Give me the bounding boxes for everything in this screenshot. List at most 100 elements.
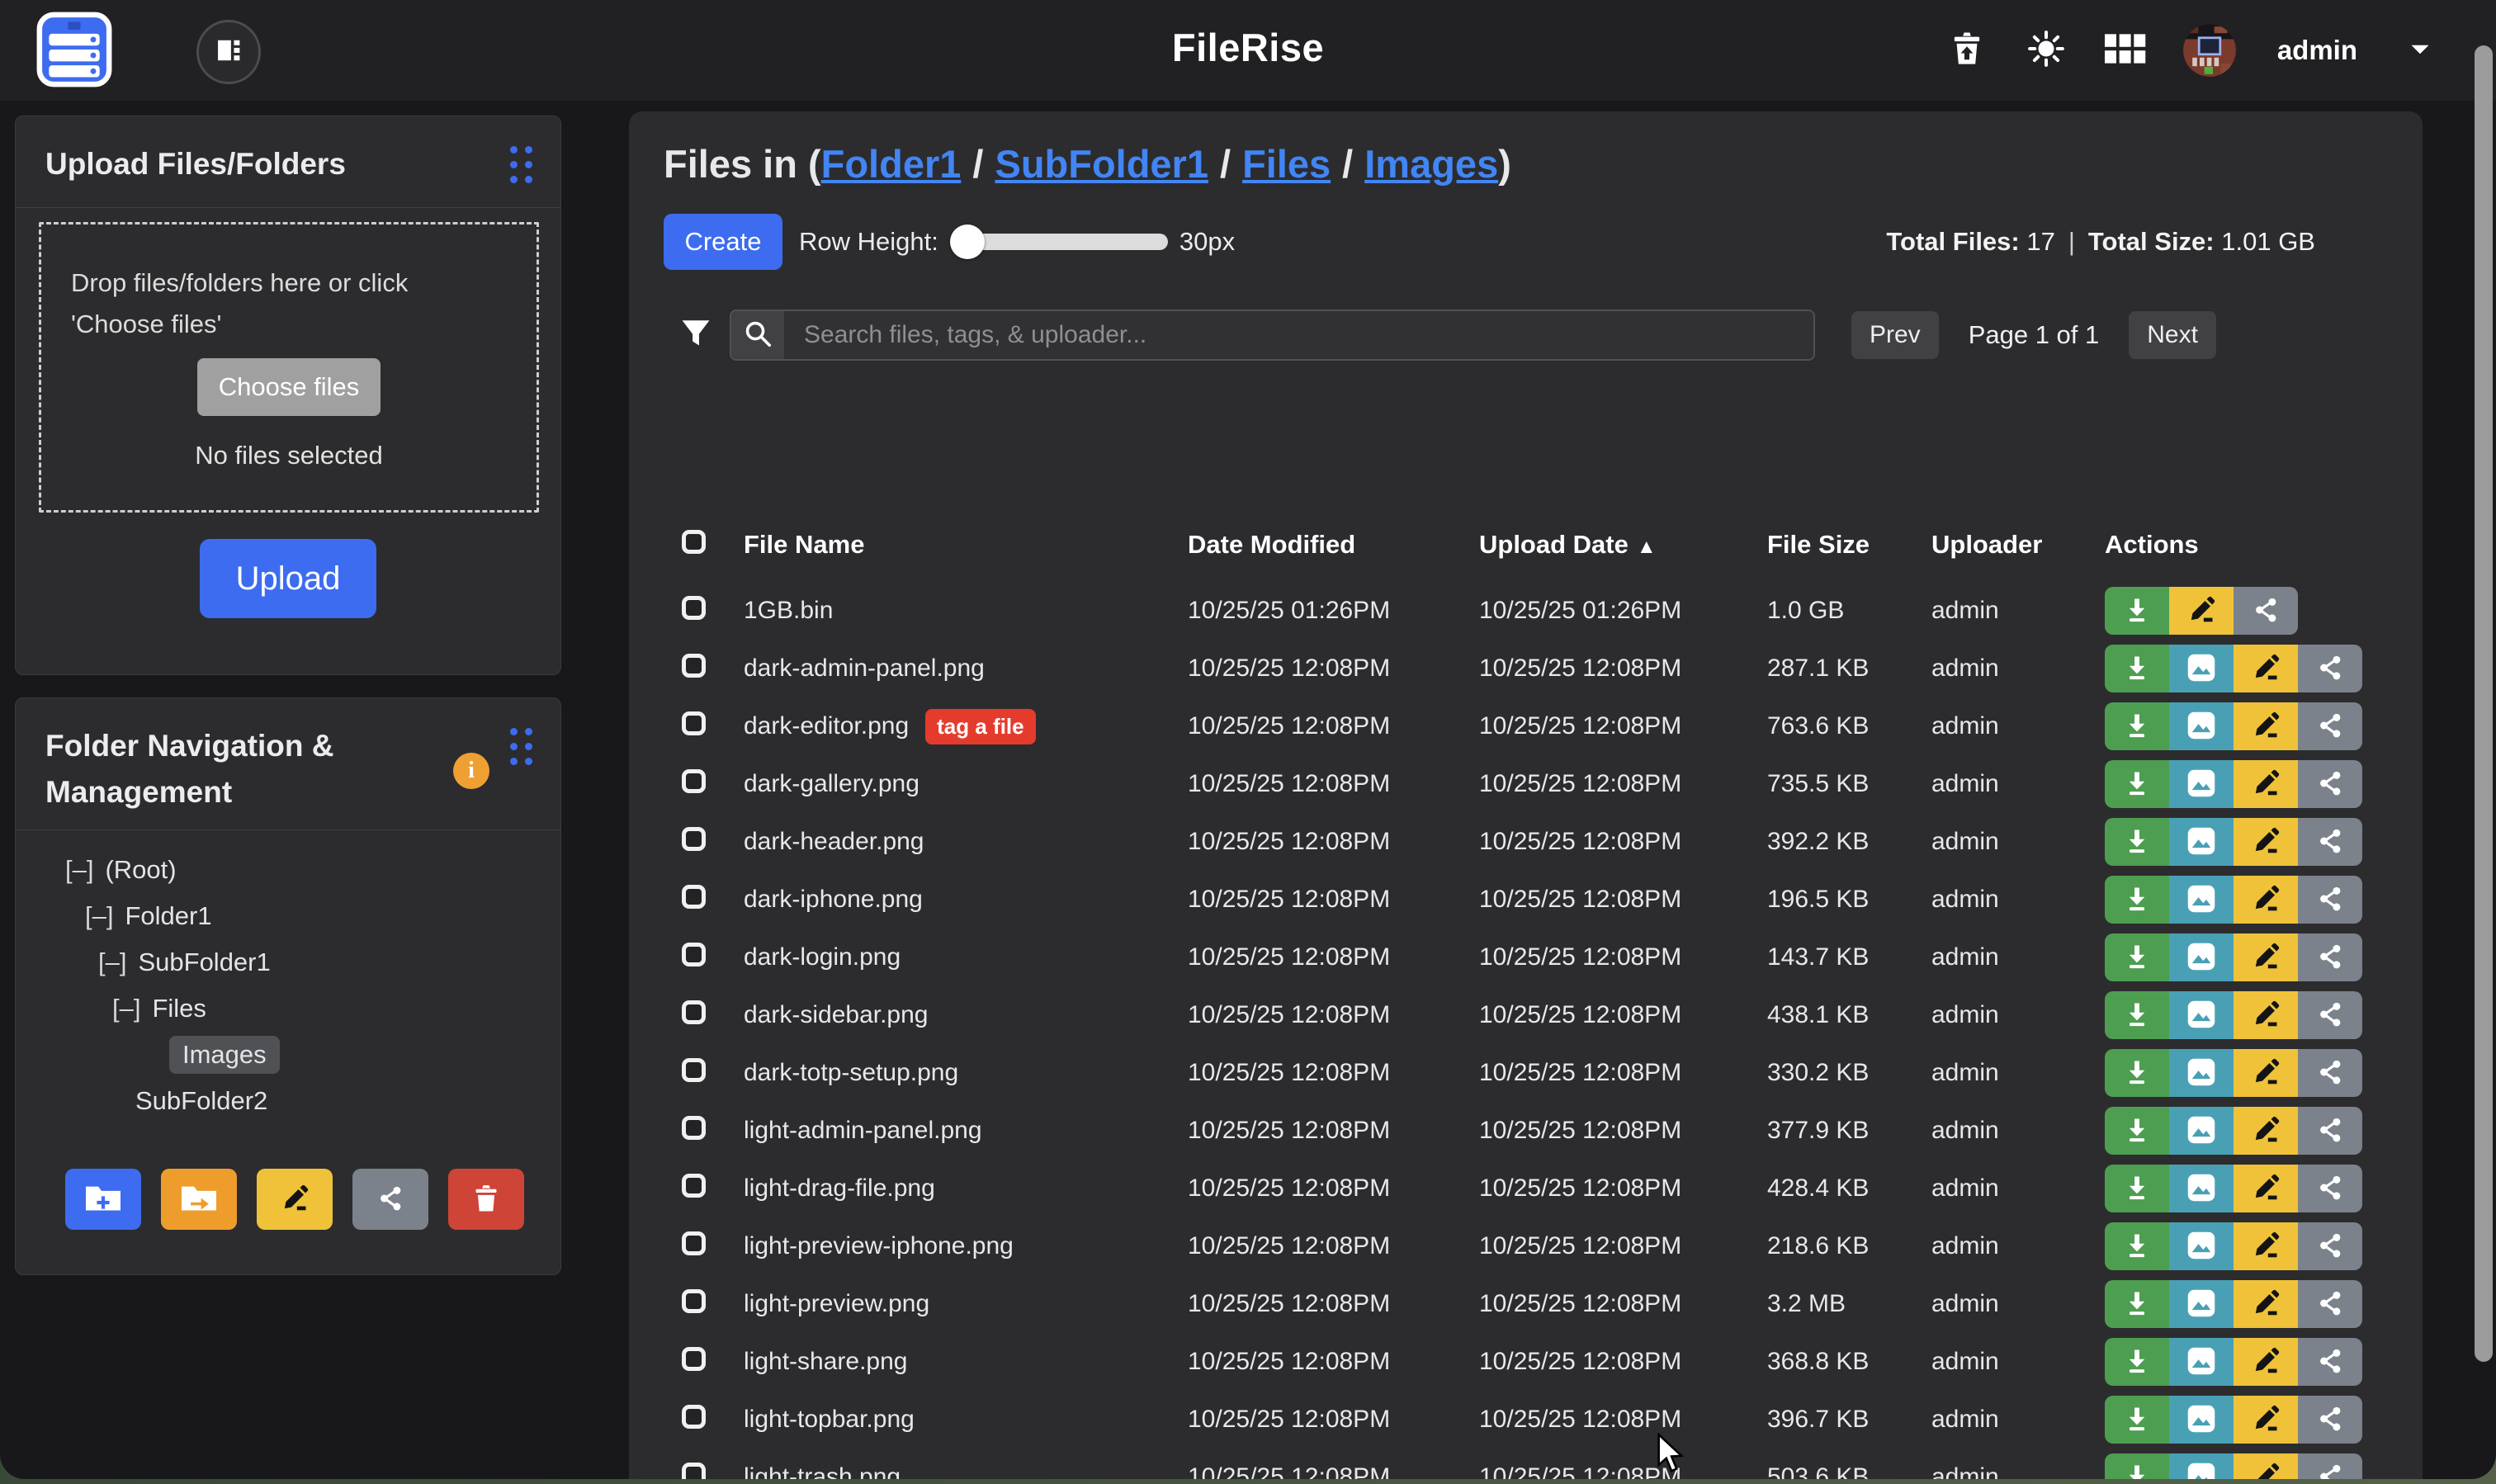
row-checkbox[interactable] [682,827,706,851]
tree-collapse-toggle[interactable]: [–] [65,855,93,885]
breadcrumb-link-images[interactable]: Images [1364,142,1498,186]
drag-handle-icon[interactable] [510,146,532,183]
download-button[interactable] [2105,1280,2169,1328]
file-name[interactable]: dark-header.png [744,828,924,856]
download-button[interactable] [2105,1165,2169,1212]
file-name[interactable]: dark-admin-panel.png [744,655,985,683]
tree-collapse-toggle[interactable]: [–] [85,901,113,931]
share-button[interactable] [2298,702,2362,750]
rename-folder-button[interactable] [257,1169,333,1230]
column-header-modified[interactable]: Date Modified [1188,530,1479,560]
delete-folder-button[interactable] [448,1169,524,1230]
file-tag-badge[interactable]: tag a file [925,709,1035,744]
share-button[interactable] [2298,1165,2362,1212]
tree-collapse-toggle[interactable]: [–] [112,994,140,1023]
edit-button[interactable] [2234,1049,2298,1097]
edit-button[interactable] [2234,1222,2298,1270]
file-name[interactable]: light-topbar.png [744,1406,915,1434]
row-checkbox[interactable] [682,1174,706,1198]
preview-button[interactable] [2169,1107,2234,1155]
edit-button[interactable] [2234,760,2298,808]
download-button[interactable] [2105,933,2169,981]
download-button[interactable] [2105,587,2169,635]
file-name[interactable]: dark-login.png [744,943,901,971]
preview-button[interactable] [2169,818,2234,866]
download-button[interactable] [2105,818,2169,866]
share-button[interactable] [2298,876,2362,924]
preview-button[interactable] [2169,760,2234,808]
share-button[interactable] [2234,587,2298,635]
folder-tree-item-folder1[interactable]: [–] Folder1 [16,893,560,939]
file-name[interactable]: light-share.png [744,1348,907,1376]
file-name[interactable]: dark-gallery.png [744,770,919,798]
trash-restore-button[interactable] [1945,29,1988,72]
breadcrumb-link-files[interactable]: Files [1242,142,1331,186]
row-checkbox[interactable] [682,885,706,909]
row-checkbox[interactable] [682,769,706,793]
preview-button[interactable] [2169,1049,2234,1097]
column-header-uploaded[interactable]: Upload Date▲ [1479,530,1767,560]
edit-button[interactable] [2234,1396,2298,1444]
folder-tree-item-subfolder1[interactable]: [–]SubFolder1 [16,939,560,985]
file-name[interactable]: dark-totp-setup.png [744,1059,958,1087]
filter-button[interactable] [678,316,713,355]
edit-button[interactable] [2234,933,2298,981]
user-avatar[interactable] [2183,24,2236,77]
file-name[interactable]: dark-sidebar.png [744,1001,928,1029]
row-checkbox[interactable] [682,1289,706,1313]
breadcrumb-link-folder1[interactable]: Folder1 [821,142,962,186]
share-button[interactable] [2298,1338,2362,1386]
folder-tree-item-files[interactable]: [–]Files [16,985,560,1032]
share-button[interactable] [2298,645,2362,692]
edit-button[interactable] [2234,1280,2298,1328]
download-button[interactable] [2105,991,2169,1039]
download-button[interactable] [2105,1222,2169,1270]
preview-button[interactable] [2169,645,2234,692]
row-height-slider[interactable] [953,234,1168,250]
folder-tree-item-images[interactable]: Images [16,1032,560,1078]
file-name[interactable]: light-admin-panel.png [744,1117,982,1145]
share-button[interactable] [2298,991,2362,1039]
selected-folder-label[interactable]: Images [169,1036,280,1074]
info-button[interactable]: i [453,753,489,789]
preview-button[interactable] [2169,1222,2234,1270]
edit-button[interactable] [2234,1107,2298,1155]
preview-button[interactable] [2169,933,2234,981]
edit-button[interactable] [2234,645,2298,692]
share-button[interactable] [2298,1049,2362,1097]
share-button[interactable] [2298,1107,2362,1155]
row-checkbox[interactable] [682,1463,706,1480]
row-checkbox[interactable] [682,654,706,678]
create-folder-button[interactable] [65,1169,141,1230]
share-button[interactable] [2298,1280,2362,1328]
row-checkbox[interactable] [682,1347,706,1371]
create-button[interactable]: Create [664,214,782,270]
row-checkbox[interactable] [682,943,706,966]
row-checkbox[interactable] [682,1405,706,1429]
drag-handle-icon[interactable] [510,728,532,765]
row-checkbox[interactable] [682,1116,706,1140]
row-checkbox[interactable] [682,596,706,620]
download-button[interactable] [2105,1396,2169,1444]
download-button[interactable] [2105,760,2169,808]
file-dropzone[interactable]: Drop files/folders here or click 'Choose… [39,222,539,513]
preview-button[interactable] [2169,876,2234,924]
folder-tree-item-subfolder2[interactable]: SubFolder2 [16,1078,560,1124]
download-button[interactable] [2105,645,2169,692]
edit-button[interactable] [2234,702,2298,750]
row-checkbox[interactable] [682,1231,706,1255]
download-button[interactable] [2105,1107,2169,1155]
folder-label[interactable]: Folder1 [125,901,211,931]
share-button[interactable] [2298,933,2362,981]
edit-button[interactable] [2234,876,2298,924]
download-button[interactable] [2105,876,2169,924]
share-button[interactable] [2298,1453,2362,1479]
apps-grid-button[interactable] [2104,29,2147,72]
column-header-size[interactable]: File Size [1767,530,1931,560]
folder-tree-item-root[interactable]: [–](Root) [16,847,560,893]
preview-button[interactable] [2169,702,2234,750]
preview-button[interactable] [2169,1338,2234,1386]
download-button[interactable] [2105,1453,2169,1479]
select-all-checkbox[interactable] [682,530,706,554]
column-header-uploader[interactable]: Uploader [1931,530,2105,560]
